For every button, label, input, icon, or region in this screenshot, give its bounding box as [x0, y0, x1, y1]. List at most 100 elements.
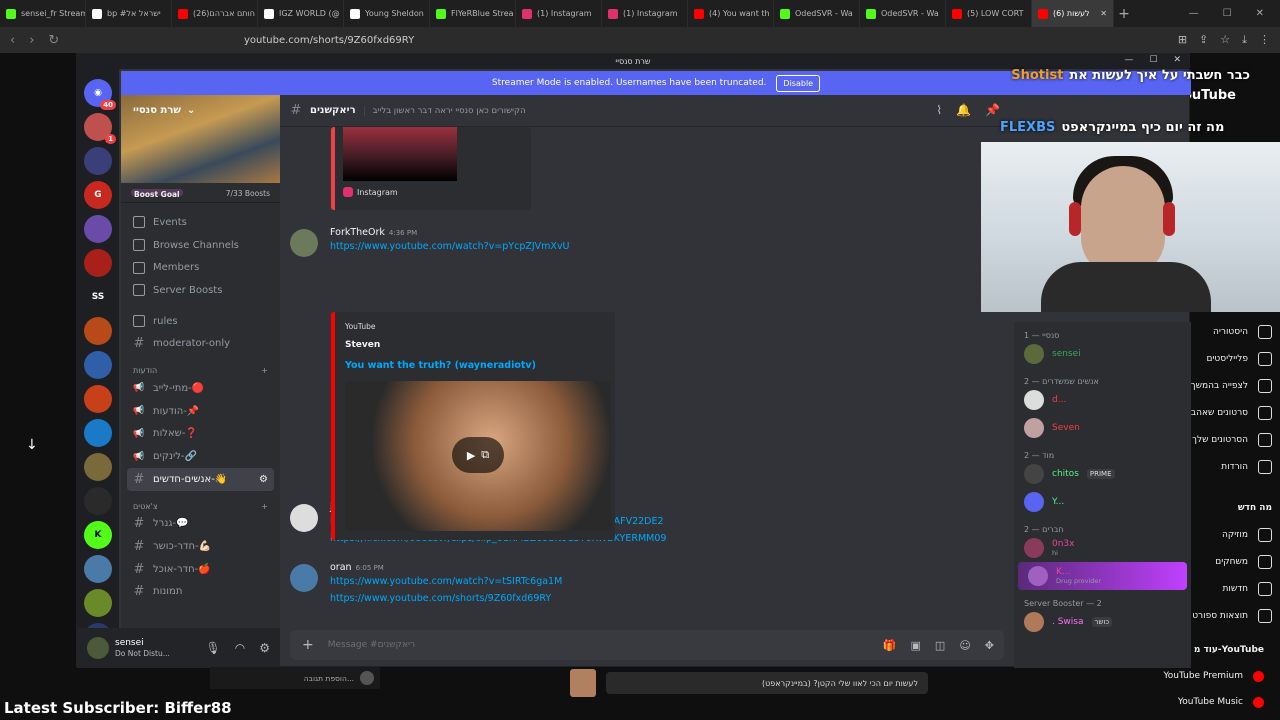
channel-item[interactable]: 📢 שאלות-❓: [121, 423, 280, 446]
server-icon[interactable]: [84, 555, 112, 583]
avatar[interactable]: [290, 229, 318, 257]
browser-tab[interactable]: (4) You want th: [688, 0, 774, 27]
bookmark-icon[interactable]: ☆: [1220, 33, 1230, 47]
message-link[interactable]: https://www.youtube.com/watch?v=tSIRTc6g…: [330, 573, 980, 590]
close-tab-icon[interactable]: ✕: [1100, 9, 1107, 18]
bell-icon[interactable]: 🔔: [956, 103, 971, 117]
youtube-service-item[interactable]: YouTube Music: [1134, 689, 1264, 715]
channel-item[interactable]: # תמונות: [121, 581, 280, 604]
avatar[interactable]: [290, 564, 318, 592]
member-item[interactable]: 0n3x hi: [1014, 534, 1191, 562]
server-icon[interactable]: [84, 249, 112, 277]
close-icon[interactable]: ✕: [1256, 8, 1264, 19]
server-name-header[interactable]: שרת סנסיי ⌄: [133, 105, 195, 116]
gift-icon[interactable]: 🎁: [883, 639, 897, 652]
share-icon[interactable]: ⇪: [1199, 33, 1208, 47]
disable-streamer-button[interactable]: Disable: [776, 74, 821, 92]
browser-tab[interactable]: (6) לעשות ✕: [1032, 0, 1114, 27]
browser-tab[interactable]: OdedSVR - Wa: [774, 0, 860, 27]
server-icon[interactable]: [84, 419, 112, 447]
minimize-icon[interactable]: —: [1124, 55, 1133, 65]
server-banner[interactable]: שרת סנסיי ⌄: [121, 95, 280, 183]
sidebar-item-events[interactable]: Events: [121, 211, 280, 234]
message-author[interactable]: oran: [330, 562, 352, 573]
emoji-icon[interactable]: ☺: [959, 639, 970, 652]
server-icon[interactable]: SS: [84, 283, 112, 311]
mic-icon[interactable]: 🎙: [206, 641, 221, 655]
maximize-icon[interactable]: ☐: [1223, 8, 1232, 19]
forward-icon[interactable]: ›: [29, 33, 34, 48]
message-link[interactable]: https://www.youtube.com/shorts/9Z60fxd69…: [330, 590, 980, 607]
server-icon[interactable]: [84, 453, 112, 481]
menu-icon[interactable]: ⋮: [1259, 33, 1270, 47]
channel-item[interactable]: # גנרל-💬: [121, 513, 280, 536]
channel-item[interactable]: # אנשים-חדשים-👋 ⚙: [127, 467, 274, 491]
apps-icon[interactable]: ✥: [985, 639, 994, 652]
channel-item[interactable]: # חדר-כושר-💪🏻: [121, 535, 280, 558]
reply-input[interactable]: הוספת תגובה...: [210, 667, 380, 689]
member-item[interactable]: d...: [1014, 386, 1191, 414]
settings-gear-icon[interactable]: ⚙: [259, 474, 274, 485]
browser-tab[interactable]: OdedSVR - Wa: [860, 0, 946, 27]
member-item[interactable]: chitos PRIME: [1014, 460, 1191, 488]
plus-icon[interactable]: +: [261, 366, 268, 375]
comment-thumbnail[interactable]: [570, 669, 596, 697]
kick-server-icon[interactable]: K: [84, 521, 112, 549]
message-composer[interactable]: + Message #ריאקשנים 🎁 ▣ ◫ ☺ ✥: [290, 630, 1004, 660]
channel-item[interactable]: 📢 לינקים-🔗: [121, 445, 280, 468]
member-item[interactable]: . Swisa כושר: [1014, 608, 1191, 636]
boost-goal-bar[interactable]: Boost Goal 7/33 Boosts: [121, 183, 280, 203]
server-icon[interactable]: 1: [84, 113, 116, 144]
embed-author[interactable]: Steven: [345, 340, 605, 350]
browser-tab[interactable]: bp #ישראל אל: [86, 0, 172, 27]
message-author[interactable]: ForkTheOrk: [330, 227, 385, 238]
server-icon[interactable]: [84, 147, 112, 175]
close-icon[interactable]: ✕: [1173, 55, 1181, 65]
avatar[interactable]: [87, 637, 109, 659]
server-icon[interactable]: [84, 351, 112, 379]
avatar[interactable]: [290, 504, 318, 532]
url-text[interactable]: youtube.com/shorts/9Z60fxd69RY: [244, 35, 414, 46]
minimize-icon[interactable]: —: [1189, 8, 1199, 19]
server-icon[interactable]: [84, 487, 112, 515]
video-thumbnail[interactable]: ▶ ⧉: [345, 381, 611, 531]
direct-messages-icon[interactable]: ◉ 40: [84, 79, 116, 110]
pin-icon[interactable]: 📌: [985, 103, 1000, 117]
sticker-icon[interactable]: ◫: [935, 639, 945, 652]
browser-tab[interactable]: sensei_fr Stream: [0, 0, 86, 27]
sidebar-item-server-boosts[interactable]: Server Boosts: [121, 279, 280, 302]
headphones-icon[interactable]: ◠: [235, 641, 245, 655]
member-item[interactable]: sensei: [1014, 340, 1191, 368]
gif-icon[interactable]: ▣: [911, 639, 921, 652]
server-icon[interactable]: [84, 589, 112, 617]
new-tab-icon[interactable]: +: [1114, 6, 1134, 22]
add-attachment-icon[interactable]: +: [302, 637, 314, 653]
member-item[interactable]: K... Drug provider: [1018, 562, 1187, 590]
download-icon[interactable]: ⤓: [1242, 33, 1247, 47]
embed-title[interactable]: You want the truth? (wayneradiotv): [345, 360, 605, 371]
play-button[interactable]: ▶ ⧉: [452, 437, 504, 473]
server-icon[interactable]: [84, 215, 112, 243]
member-item[interactable]: Seven: [1014, 414, 1191, 442]
browser-tab[interactable]: (1) Instagram: [602, 0, 688, 27]
back-icon[interactable]: ‹: [10, 33, 15, 48]
scroll-down-icon[interactable]: ↓: [26, 437, 38, 453]
reload-icon[interactable]: ↻: [48, 33, 59, 48]
browser-tab[interactable]: (26)חותם אברהם: [172, 0, 258, 27]
message-link[interactable]: https://www.youtube.com/watch?v=pYcpZJVm…: [330, 238, 980, 255]
threads-icon[interactable]: ⌇: [936, 103, 942, 117]
browser-tab[interactable]: Young Sheldon: [344, 0, 430, 27]
browser-tab[interactable]: (1) Instagram: [516, 0, 602, 27]
sidebar-item-browse-channels[interactable]: Browse Channels: [121, 234, 280, 257]
channel-item[interactable]: # חדר-אוכל-🍎: [121, 558, 280, 581]
instagram-image[interactable]: [343, 127, 457, 181]
settings-gear-icon[interactable]: ⚙: [259, 641, 270, 655]
browser-tab[interactable]: FlYeRBlue Strea: [430, 0, 516, 27]
category-news[interactable]: הודעות +: [121, 355, 280, 377]
server-icon[interactable]: [84, 317, 112, 345]
member-item[interactable]: Y...: [1014, 488, 1191, 516]
channel-rules[interactable]: rules: [121, 310, 280, 333]
category-chats[interactable]: צ'אטים +: [121, 491, 280, 513]
server-icon[interactable]: [84, 385, 112, 413]
channel-moderator-only[interactable]: # moderator-only: [121, 332, 280, 355]
